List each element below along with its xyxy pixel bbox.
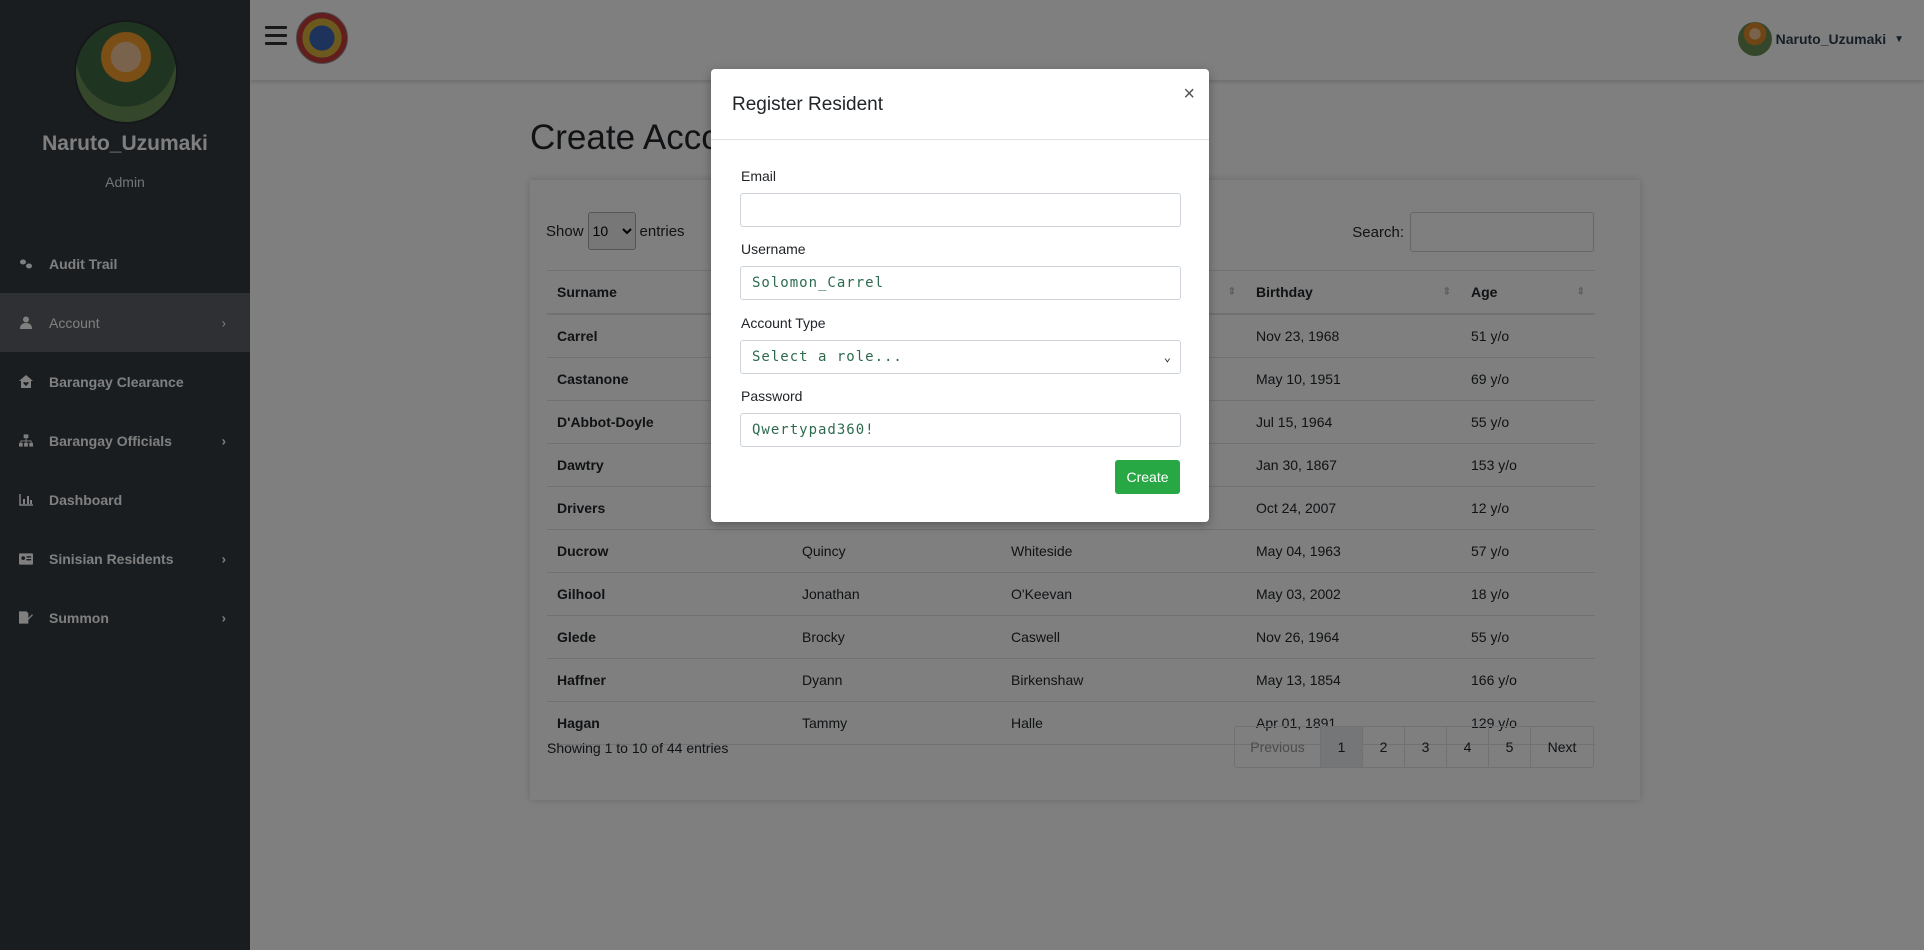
email-field[interactable] [740,193,1181,227]
modal-title: Register Resident [732,94,884,115]
close-icon[interactable]: × [1183,83,1195,106]
create-button[interactable]: Create [1115,460,1180,494]
password-field[interactable]: Qwertypad360! [740,413,1181,447]
username-label: Username [741,241,806,257]
password-label: Password [741,388,803,404]
account-type-label: Account Type [741,315,826,331]
modal-header: Register Resident × [711,69,1209,140]
chevron-down-icon: ⌄ [1163,350,1172,364]
username-field[interactable]: Solomon_Carrel [740,266,1181,300]
email-label: Email [741,168,777,184]
register-resident-modal: Register Resident × Email Username Solom… [711,69,1209,522]
account-type-select[interactable]: Select a role... ⌄ [740,340,1181,374]
